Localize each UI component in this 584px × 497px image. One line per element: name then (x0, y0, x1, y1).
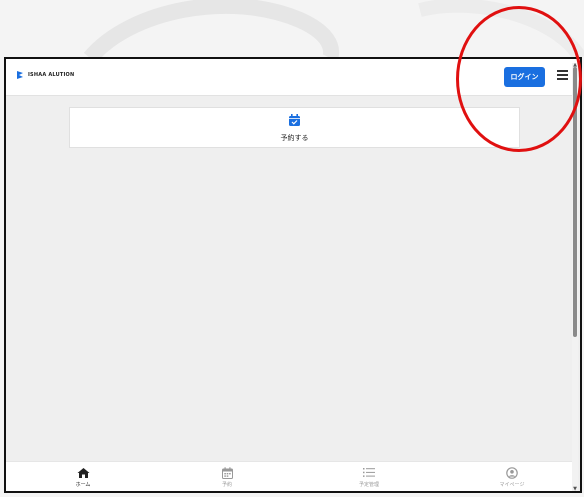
calendar-icon (221, 466, 233, 479)
user-circle-icon (506, 466, 518, 479)
nav-label-home: ホーム (75, 482, 91, 488)
vertical-scrollbar[interactable]: ▲ ▼ (572, 63, 578, 491)
nav-label-reserve: 予約 (221, 482, 232, 488)
highlight-annotation-circle (456, 6, 582, 152)
scroll-down-icon[interactable]: ▼ (572, 487, 578, 492)
reserve-button[interactable]: 予約する (69, 107, 520, 148)
nav-label-schedule: 予定管理 (358, 482, 379, 488)
list-icon (363, 468, 375, 477)
home-icon (77, 467, 89, 478)
nav-item-home[interactable]: ホーム (53, 465, 113, 488)
nav-item-mypage[interactable]: マイページ (482, 465, 542, 488)
logo-icon (17, 71, 23, 79)
brand-logo[interactable]: ISHAA ALUTION (16, 70, 74, 80)
reserve-label: 予約する (280, 134, 309, 142)
calendar-check-icon (289, 114, 300, 126)
nav-item-schedule[interactable]: 予定管理 (339, 465, 399, 488)
nav-label-mypage: マイページ (499, 482, 525, 488)
logo-text: ISHAA ALUTION (28, 72, 75, 78)
bottom-navigation: ホーム 予約 予定管理 マイページ (6, 461, 572, 491)
nav-item-reserve[interactable]: 予約 (197, 465, 257, 488)
